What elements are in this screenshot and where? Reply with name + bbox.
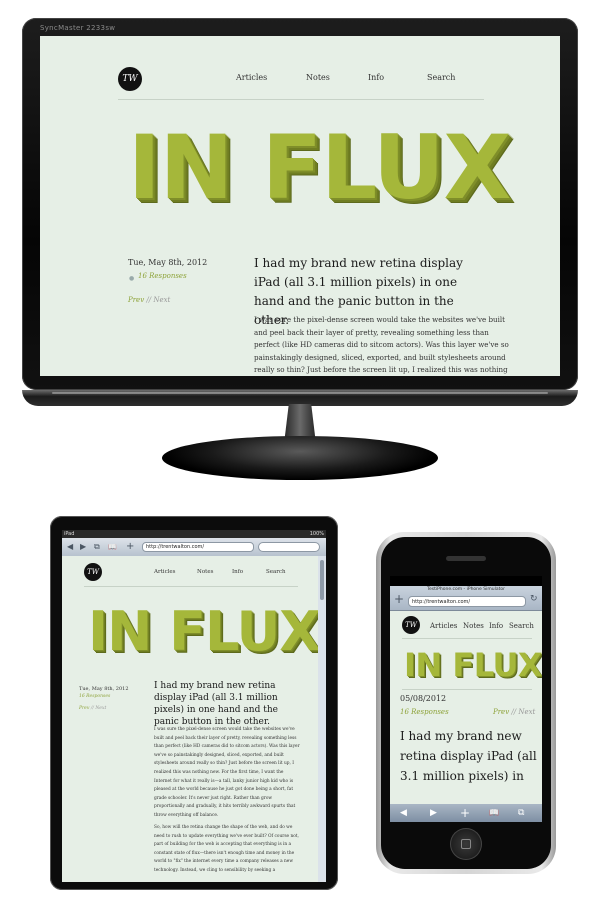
pages-icon[interactable]: ⧉ bbox=[94, 538, 100, 556]
monitor-screen: TW Articles Notes Info Search IN FLUX Tu… bbox=[40, 36, 560, 376]
responses-link[interactable]: 16 Responses bbox=[79, 694, 110, 699]
home-square-icon bbox=[461, 839, 471, 849]
hero-title: IN FLUX bbox=[128, 116, 511, 219]
next-link[interactable]: Next bbox=[518, 708, 535, 716]
iphone-address-bar[interactable]: http://trentwalton.com/ bbox=[408, 596, 526, 607]
nav-notes[interactable]: Notes bbox=[463, 622, 484, 630]
back-button[interactable]: ◀ bbox=[67, 538, 73, 556]
post-lead: I had my brand new retina display iPad (… bbox=[154, 681, 278, 727]
forward-button[interactable]: ▶ bbox=[80, 538, 86, 556]
comment-icon: ● bbox=[129, 275, 135, 282]
nav-articles[interactable]: Articles bbox=[236, 73, 267, 82]
pages-icon[interactable]: ⧉ bbox=[518, 804, 524, 822]
nav-articles[interactable]: Articles bbox=[154, 569, 176, 575]
ipad-screen: TW Articles Notes Info Search IN FLUX Tu… bbox=[62, 556, 318, 882]
post-pagination: Prev // Next bbox=[128, 296, 170, 304]
hero-title: IN FLUX bbox=[88, 600, 318, 663]
hero-divider bbox=[402, 689, 532, 690]
prev-link[interactable]: Prev bbox=[79, 706, 89, 711]
site-nav: Articles Notes Info Search bbox=[40, 36, 560, 96]
post-pagination: Prev // Next bbox=[493, 708, 535, 716]
site-logo[interactable]: TW bbox=[84, 563, 102, 581]
reload-icon[interactable]: ↻ bbox=[530, 594, 538, 604]
responses-link[interactable]: 16 Responses bbox=[400, 708, 449, 716]
bookmarks-icon[interactable]: 📖 bbox=[489, 804, 499, 822]
nav-articles[interactable]: Articles bbox=[430, 622, 457, 630]
nav-search[interactable]: Search bbox=[427, 73, 455, 82]
post-date: Tue, May 8th, 2012 bbox=[128, 258, 208, 267]
post-date-short: 05/08/2012 bbox=[400, 694, 447, 703]
header-divider bbox=[118, 99, 484, 100]
next-link[interactable]: Next bbox=[95, 706, 106, 711]
bookmarks-icon[interactable]: 📖 bbox=[108, 538, 117, 556]
forward-button[interactable]: ▶ bbox=[430, 804, 437, 822]
ipad-browser-toolbar: ◀ ▶ ⧉ 📖 + http://trentwalton.com/ bbox=[62, 538, 326, 557]
nav-info[interactable]: Info bbox=[368, 73, 384, 82]
post-body: I was sure the pixel-dense screen would … bbox=[254, 315, 509, 374]
monitor-stand bbox=[162, 436, 438, 480]
prev-link[interactable]: Prev bbox=[128, 296, 144, 304]
nav-notes[interactable]: Notes bbox=[306, 73, 330, 82]
post-body-2: So, how will the retina change the shape… bbox=[154, 825, 299, 873]
prev-link[interactable]: Prev bbox=[493, 708, 509, 716]
iphone-add-button[interactable]: + bbox=[394, 592, 404, 606]
next-link[interactable]: Next bbox=[153, 296, 170, 304]
nav-search[interactable]: Search bbox=[266, 569, 286, 575]
iphone-speaker bbox=[446, 556, 486, 561]
iphone-status-bar bbox=[390, 576, 542, 586]
nav-search[interactable]: Search bbox=[509, 622, 534, 630]
ipad-scrollbar[interactable] bbox=[318, 556, 326, 882]
pagination-separator: // bbox=[146, 296, 152, 304]
monitor-brand-label: SyncMaster 2233sw bbox=[40, 24, 116, 32]
ipad-address-bar[interactable]: http://trentwalton.com/ bbox=[142, 542, 254, 552]
post-date: Tue, May 8th, 2012 bbox=[79, 686, 129, 692]
ipad-device: iPad 100% ◀ ▶ ⧉ 📖 + http://trentwalton.c… bbox=[50, 516, 338, 890]
ipad-status-label: iPad bbox=[64, 531, 75, 537]
nav-info[interactable]: Info bbox=[232, 569, 243, 575]
nav-info[interactable]: Info bbox=[489, 622, 503, 630]
header-divider bbox=[402, 638, 532, 639]
desktop-monitor: SyncMaster 2233sw TW Articles Notes Info… bbox=[22, 18, 578, 482]
monitor-lip-shine bbox=[52, 392, 548, 394]
iphone-screen: TestiPhone.com - iPhone Simulator + http… bbox=[390, 576, 542, 822]
ipad-status-bar: iPad 100% bbox=[62, 530, 326, 538]
iphone-url-bar: TestiPhone.com - iPhone Simulator + http… bbox=[390, 586, 542, 611]
add-bookmark-button[interactable]: + bbox=[126, 538, 134, 556]
add-bookmark-button[interactable]: + bbox=[460, 804, 470, 822]
header-divider bbox=[84, 586, 298, 587]
post-body: I was sure the pixel-dense screen would … bbox=[154, 727, 300, 818]
hero-title: IN FLUX bbox=[404, 646, 542, 684]
pagination-separator: // bbox=[90, 706, 94, 711]
ipad-battery: 100% bbox=[309, 531, 324, 537]
iphone-bottom-toolbar: ◀ ▶ + 📖 ⧉ bbox=[390, 804, 542, 822]
post-pagination: Prev // Next bbox=[79, 706, 106, 711]
site-logo[interactable]: TW bbox=[402, 616, 420, 634]
back-button[interactable]: ◀ bbox=[400, 804, 407, 822]
ipad-search-field[interactable] bbox=[258, 542, 320, 552]
simulator-title: TestiPhone.com - iPhone Simulator bbox=[427, 587, 505, 592]
post-lead: I had my brand new retina display iPad (… bbox=[400, 729, 537, 783]
pagination-separator: // bbox=[511, 708, 517, 716]
responses-link[interactable]: 16 Responses bbox=[138, 272, 187, 280]
iphone-device: TestiPhone.com - iPhone Simulator + http… bbox=[376, 532, 556, 874]
nav-notes[interactable]: Notes bbox=[197, 569, 213, 575]
ipad-scroll-thumb[interactable] bbox=[320, 560, 324, 600]
